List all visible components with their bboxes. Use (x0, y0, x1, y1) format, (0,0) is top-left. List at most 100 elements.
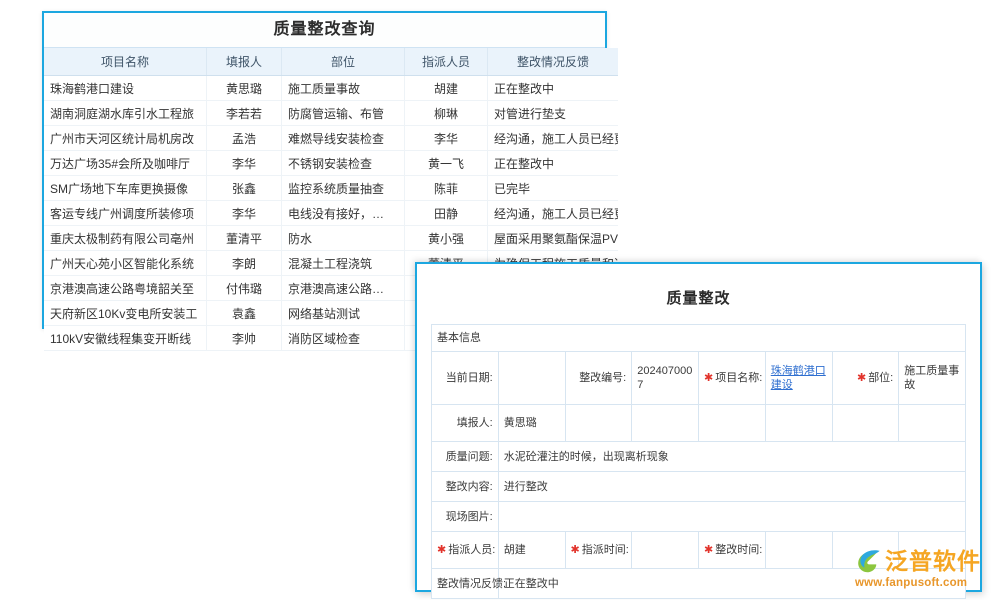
form-row-basic-1: 当前日期: 整改编号: 2024070007 ✱项目名称: 珠海鹤港口建设 ✱部… (432, 352, 966, 405)
value-current-date[interactable] (498, 352, 565, 405)
cell-project[interactable]: 湖南洞庭湖水库引水工程旅 (44, 101, 207, 126)
label-rectify-no: 整改编号: (565, 352, 632, 405)
cell-part: 电线没有接好，… (282, 201, 405, 226)
label-part: ✱部位: (832, 352, 899, 405)
table-row[interactable]: 珠海鹤港口建设 黄思璐 施工质量事故 胡建 正在整改中 (44, 76, 618, 101)
label-rectify-time-text: 整改时间: (715, 544, 762, 556)
cell-reporter[interactable]: 李华 (207, 151, 282, 176)
label-rectify-content: 整改内容: (432, 472, 499, 502)
label-current-date: 当前日期: (432, 352, 499, 405)
cell-project[interactable]: 客运专线广州调度所装修项 (44, 201, 207, 226)
cell-project[interactable]: 重庆太极制药有限公司亳州 (44, 226, 207, 251)
detail-form-table: 基本信息 当前日期: 整改编号: 2024070007 ✱项目名称: 珠海鹤港口… (431, 324, 966, 599)
table-row[interactable]: 客运专线广州调度所装修项 李华 电线没有接好，… 田静 经沟通，施工人员已经更换… (44, 201, 618, 226)
column-header-project[interactable]: 项目名称 (44, 48, 207, 76)
cell-reporter[interactable]: 李朗 (207, 251, 282, 276)
cell-reporter[interactable]: 张鑫 (207, 176, 282, 201)
quality-rectification-detail-dialog: 质量整改 基本信息 当前日期: 整改编号: 2024070007 ✱项目名称: … (415, 262, 982, 592)
cell-assignee[interactable]: 陈菲 (405, 176, 488, 201)
cell-assignee[interactable]: 田静 (405, 201, 488, 226)
cell-reporter[interactable]: 董清平 (207, 226, 282, 251)
cell-feedback: 屋面采用聚氨酯保温PVC卷… (488, 226, 619, 251)
form-row-assign: ✱指派人员: 胡建 ✱指派时间: ✱整改时间: (432, 532, 966, 569)
detail-dialog-title: 质量整改 (417, 264, 980, 324)
value-rectify-content[interactable]: 进行整改 (498, 472, 965, 502)
cell-reporter[interactable]: 李华 (207, 201, 282, 226)
table-row[interactable]: 万达广场35#会所及咖啡厅 李华 不锈钢安装检查 黄一飞 正在整改中 (44, 151, 618, 176)
cell-part: 网络基站测试 (282, 301, 405, 326)
cell-project[interactable]: 天府新区10Kv变电所安装工 (44, 301, 207, 326)
section-header-basic-info: 基本信息 (432, 325, 966, 352)
label-site-photo: 现场图片: (432, 502, 499, 532)
column-header-part[interactable]: 部位 (282, 48, 405, 76)
cell-project[interactable]: 珠海鹤港口建设 (44, 76, 207, 101)
cell-part: 难燃导线安装检查 (282, 126, 405, 151)
form-row-basic-2: 填报人: 黄思璐 (432, 405, 966, 442)
cell-feedback: 正在整改中 (488, 76, 619, 101)
value-assign-time[interactable] (632, 532, 699, 569)
table-row[interactable]: 湖南洞庭湖水库引水工程旅 李若若 防腐管运输、布管 柳琳 对管进行垫支 (44, 101, 618, 126)
form-row-quality-issue: 质量问题: 水泥砼灌注的时候，出现离析现象 (432, 442, 966, 472)
required-asterisk-icon: ✱ (437, 544, 446, 556)
cell-reporter[interactable]: 李帅 (207, 326, 282, 351)
value-part[interactable]: 施工质量事故 (899, 352, 966, 405)
required-asterisk-icon: ✱ (704, 372, 713, 384)
cell-reporter[interactable]: 李若若 (207, 101, 282, 126)
value-project-name[interactable]: 珠海鹤港口建设 (765, 352, 832, 405)
cell-project[interactable]: 京港澳高速公路粤境韶关至 (44, 276, 207, 301)
cell-project[interactable]: 广州市天河区统计局机房改 (44, 126, 207, 151)
required-asterisk-icon: ✱ (857, 372, 866, 384)
cell-project[interactable]: 广州天心苑小区智能化系统 (44, 251, 207, 276)
column-header-reporter[interactable]: 填报人 (207, 48, 282, 76)
table-row[interactable]: 广州市天河区统计局机房改 孟浩 难燃导线安装检查 李华 经沟通，施工人员已经更换… (44, 126, 618, 151)
label-rectify-time: ✱整改时间: (699, 532, 766, 569)
cell-part: 防腐管运输、布管 (282, 101, 405, 126)
table-row[interactable]: SM广场地下车库更换摄像 张鑫 监控系统质量抽查 陈菲 已完毕 (44, 176, 618, 201)
value-rectify-no: 2024070007 (632, 352, 699, 405)
cell-project[interactable]: 110kV安徽线程集变开断线 (44, 326, 207, 351)
required-asterisk-icon: ✱ (571, 544, 580, 556)
label-feedback: 整改情况反馈: (432, 569, 499, 599)
cell-project[interactable]: 万达广场35#会所及咖啡厅 (44, 151, 207, 176)
label-part-text: 部位: (868, 372, 893, 384)
query-panel-title: 质量整改查询 (44, 13, 605, 48)
cell-assignee[interactable]: 李华 (405, 126, 488, 151)
cell-part: 消防区域检查 (282, 326, 405, 351)
cell-part: 不锈钢安装检查 (282, 151, 405, 176)
value-assignee[interactable]: 胡建 (498, 532, 565, 569)
value-feedback[interactable]: 正在整改中 (498, 569, 965, 599)
cell-assignee[interactable]: 黄一飞 (405, 151, 488, 176)
cell-part: 监控系统质量抽查 (282, 176, 405, 201)
table-row[interactable]: 重庆太极制药有限公司亳州 董清平 防水 黄小强 屋面采用聚氨酯保温PVC卷… (44, 226, 618, 251)
cell-assignee[interactable]: 黄小强 (405, 226, 488, 251)
value-rectify-time[interactable] (765, 532, 832, 569)
value-reporter[interactable]: 黄思璐 (498, 405, 565, 442)
cell-reporter[interactable]: 袁鑫 (207, 301, 282, 326)
cell-feedback: 对管进行垫支 (488, 101, 619, 126)
empty-cell-5 (832, 405, 899, 442)
project-name-link[interactable]: 珠海鹤港口建设 (771, 365, 826, 391)
cell-reporter[interactable]: 付伟璐 (207, 276, 282, 301)
empty-cell-7 (832, 532, 899, 569)
cell-project[interactable]: SM广场地下车库更换摄像 (44, 176, 207, 201)
column-header-assignee[interactable]: 指派人员 (405, 48, 488, 76)
cell-assignee[interactable]: 胡建 (405, 76, 488, 101)
value-site-photo[interactable] (498, 502, 965, 532)
label-assign-time: ✱指派时间: (565, 532, 632, 569)
empty-cell-2 (632, 405, 699, 442)
empty-cell-1 (565, 405, 632, 442)
empty-cell-6 (899, 405, 966, 442)
cell-part: 混凝土工程浇筑 (282, 251, 405, 276)
empty-cell-8 (899, 532, 966, 569)
cell-reporter[interactable]: 黄思璐 (207, 76, 282, 101)
label-project-name: ✱项目名称: (699, 352, 766, 405)
label-quality-issue: 质量问题: (432, 442, 499, 472)
value-quality-issue[interactable]: 水泥砼灌注的时候，出现离析现象 (498, 442, 965, 472)
column-header-feedback[interactable]: 整改情况反馈 (488, 48, 619, 76)
cell-feedback: 经沟通，施工人员已经更换… (488, 126, 619, 151)
form-row-site-photo: 现场图片: (432, 502, 966, 532)
cell-reporter[interactable]: 孟浩 (207, 126, 282, 151)
form-row-feedback: 整改情况反馈: 正在整改中 (432, 569, 966, 599)
empty-cell-4 (765, 405, 832, 442)
cell-assignee[interactable]: 柳琳 (405, 101, 488, 126)
